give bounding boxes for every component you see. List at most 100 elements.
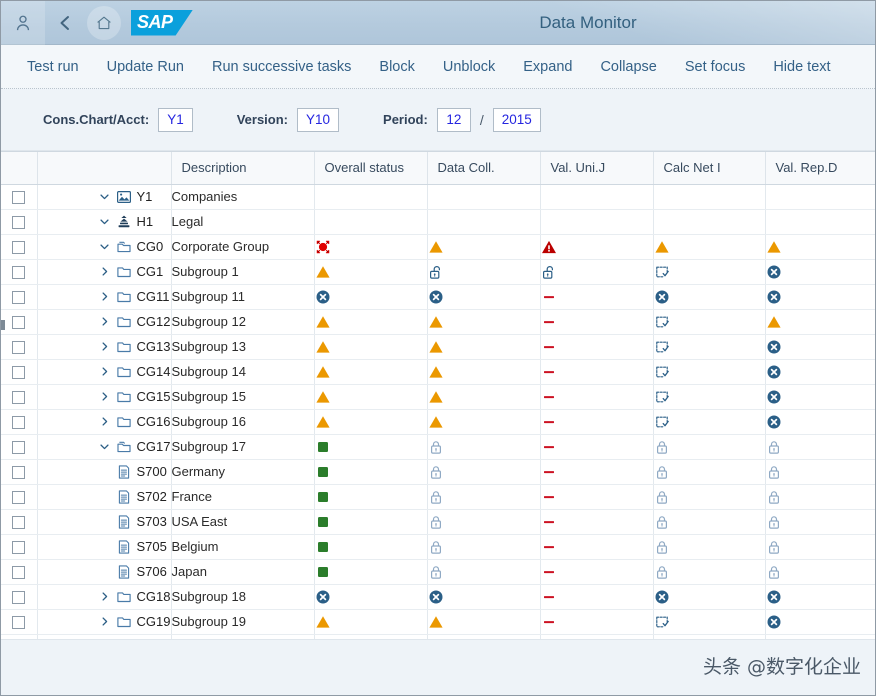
- locked-padlock-icon[interactable]: [766, 439, 782, 455]
- blocked-circle-icon[interactable]: [766, 614, 782, 630]
- locked-padlock-icon[interactable]: [654, 464, 670, 480]
- blocked-circle-icon[interactable]: [654, 589, 670, 605]
- chevron-down-icon[interactable]: [99, 441, 111, 453]
- toolbar-button-collapse[interactable]: Collapse: [600, 59, 656, 75]
- row-checkbox[interactable]: [12, 466, 25, 479]
- row-checkbox[interactable]: [12, 316, 25, 329]
- sap-logo[interactable]: SAP: [131, 10, 193, 36]
- blocked-circle-icon[interactable]: [766, 389, 782, 405]
- chevron-right-icon[interactable]: [99, 591, 111, 603]
- filter-input-cons-chart-acct[interactable]: Y1: [158, 108, 193, 132]
- not-applicable-dash-icon[interactable]: [541, 589, 557, 605]
- pending-approved-box-icon[interactable]: [654, 264, 670, 280]
- error-triangle-icon[interactable]: [541, 239, 557, 255]
- toolbar-button-expand[interactable]: Expand: [523, 59, 572, 75]
- locked-padlock-icon[interactable]: [428, 564, 444, 580]
- warning-triangle-icon[interactable]: [428, 364, 444, 380]
- locked-padlock-icon[interactable]: [766, 514, 782, 530]
- chevron-right-icon[interactable]: [99, 291, 111, 303]
- table-row[interactable]: S702France: [1, 484, 875, 509]
- toolbar-button-block[interactable]: Block: [379, 59, 414, 75]
- warning-triangle-icon[interactable]: [315, 364, 331, 380]
- warning-triangle-icon[interactable]: [315, 614, 331, 630]
- row-checkbox[interactable]: [12, 566, 25, 579]
- row-checkbox[interactable]: [12, 491, 25, 504]
- locked-padlock-icon[interactable]: [654, 514, 670, 530]
- blocked-circle-icon[interactable]: [766, 364, 782, 380]
- warning-triangle-icon[interactable]: [428, 414, 444, 430]
- warning-triangle-icon[interactable]: [766, 239, 782, 255]
- row-checkbox[interactable]: [12, 291, 25, 304]
- filter-input-version[interactable]: Y10: [297, 108, 339, 132]
- column-header-overall-status[interactable]: Overall status: [314, 152, 427, 184]
- not-applicable-dash-icon[interactable]: [541, 289, 557, 305]
- locked-padlock-icon[interactable]: [766, 564, 782, 580]
- table-row[interactable]: CG16Subgroup 16: [1, 409, 875, 434]
- chevron-right-icon[interactable]: [99, 616, 111, 628]
- blocked-circle-icon[interactable]: [654, 289, 670, 305]
- locked-padlock-icon[interactable]: [654, 539, 670, 555]
- toolbar-button-set-focus[interactable]: Set focus: [685, 59, 745, 75]
- warning-triangle-icon[interactable]: [315, 389, 331, 405]
- warning-triangle-icon[interactable]: [315, 314, 331, 330]
- not-applicable-dash-icon[interactable]: [541, 489, 557, 505]
- row-checkbox[interactable]: [12, 616, 25, 629]
- table-row[interactable]: S705Belgium: [1, 534, 875, 559]
- row-checkbox[interactable]: [12, 541, 25, 554]
- column-header-data-coll[interactable]: Data Coll.: [427, 152, 540, 184]
- success-square-icon[interactable]: [315, 489, 331, 505]
- chevron-down-icon[interactable]: [99, 216, 111, 228]
- filter-input-period[interactable]: 12: [437, 108, 471, 132]
- warning-triangle-icon[interactable]: [315, 414, 331, 430]
- column-header-calc-net-i[interactable]: Calc Net I: [653, 152, 765, 184]
- home-icon[interactable]: [87, 6, 121, 40]
- row-resize-handle[interactable]: [1, 320, 5, 330]
- toolbar-button-hide-text[interactable]: Hide text: [773, 59, 830, 75]
- table-row[interactable]: CG17Subgroup 17: [1, 434, 875, 459]
- back-chevron-icon[interactable]: [45, 1, 85, 45]
- column-header-description[interactable]: Description: [171, 152, 314, 184]
- warning-triangle-icon[interactable]: [428, 239, 444, 255]
- warning-triangle-icon[interactable]: [315, 339, 331, 355]
- warning-triangle-icon[interactable]: [654, 239, 670, 255]
- chevron-right-icon[interactable]: [99, 366, 111, 378]
- locked-padlock-icon[interactable]: [428, 439, 444, 455]
- filter-input-period-year[interactable]: 2015: [493, 108, 541, 132]
- success-square-icon[interactable]: [315, 564, 331, 580]
- table-row[interactable]: CG0Corporate Group: [1, 234, 875, 259]
- not-applicable-dash-icon[interactable]: [541, 439, 557, 455]
- blocked-circle-icon[interactable]: [428, 289, 444, 305]
- row-checkbox[interactable]: [12, 591, 25, 604]
- chevron-right-icon[interactable]: [99, 316, 111, 328]
- blocked-circle-icon[interactable]: [315, 289, 331, 305]
- warning-triangle-icon[interactable]: [766, 314, 782, 330]
- table-row[interactable]: CG15Subgroup 15: [1, 384, 875, 409]
- not-applicable-dash-icon[interactable]: [541, 339, 557, 355]
- success-square-icon[interactable]: [315, 439, 331, 455]
- locked-padlock-icon[interactable]: [654, 489, 670, 505]
- table-row[interactable]: CG18Subgroup 18: [1, 584, 875, 609]
- column-header-key[interactable]: [37, 152, 171, 184]
- row-checkbox[interactable]: [12, 416, 25, 429]
- not-applicable-dash-icon[interactable]: [541, 514, 557, 530]
- warning-triangle-icon[interactable]: [428, 389, 444, 405]
- not-applicable-dash-icon[interactable]: [541, 539, 557, 555]
- table-row[interactable]: CG13Subgroup 13: [1, 334, 875, 359]
- pending-approved-box-icon[interactable]: [654, 389, 670, 405]
- blocked-circle-icon[interactable]: [428, 589, 444, 605]
- not-applicable-dash-icon[interactable]: [541, 614, 557, 630]
- row-checkbox[interactable]: [12, 216, 25, 229]
- chevron-right-icon[interactable]: [99, 416, 111, 428]
- toolbar-button-run-successive-tasks[interactable]: Run successive tasks: [212, 59, 351, 75]
- table-row[interactable]: CG12Subgroup 12: [1, 309, 875, 334]
- not-applicable-dash-icon[interactable]: [541, 414, 557, 430]
- blocked-circle-icon[interactable]: [315, 589, 331, 605]
- chevron-right-icon[interactable]: [99, 391, 111, 403]
- critical-alert-icon[interactable]: [315, 239, 331, 255]
- chevron-right-icon[interactable]: [99, 341, 111, 353]
- blocked-circle-icon[interactable]: [766, 339, 782, 355]
- column-header-val-rep-d[interactable]: Val. Rep.D: [765, 152, 875, 184]
- toolbar-button-update-run[interactable]: Update Run: [107, 59, 184, 75]
- toolbar-button-unblock[interactable]: Unblock: [443, 59, 495, 75]
- table-row[interactable]: CG1Subgroup 1: [1, 259, 875, 284]
